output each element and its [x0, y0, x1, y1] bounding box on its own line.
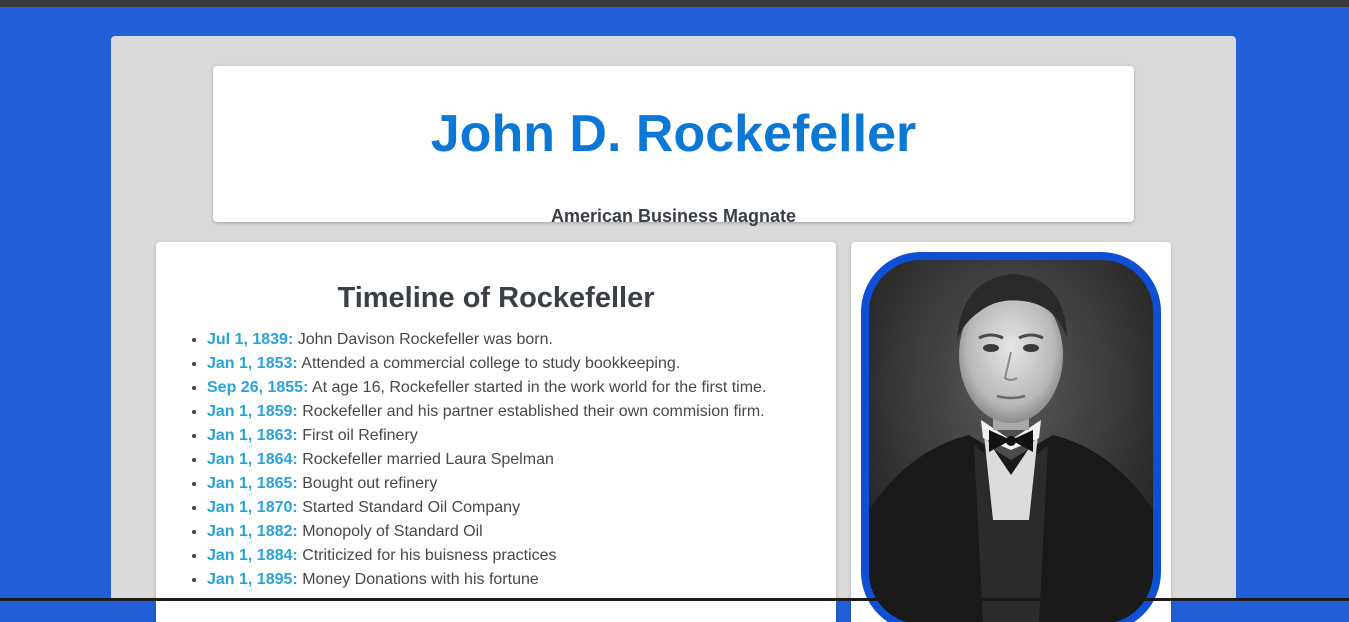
timeline-list: Jul 1, 1839: John Davison Rockefeller wa… — [207, 328, 766, 592]
timeline-event: First oil Refinery — [302, 427, 418, 444]
timeline-date: Jan 1, 1864: — [207, 451, 298, 468]
list-item: Jan 1, 1895: Money Donations with his fo… — [207, 568, 766, 592]
list-item: Jan 1, 1882: Monopoly of Standard Oil — [207, 520, 766, 544]
timeline-event: Rockefeller married Laura Spelman — [302, 451, 554, 468]
timeline-event: Money Donations with his fortune — [302, 571, 539, 588]
timeline-event: John Davison Rockefeller was born. — [297, 331, 553, 348]
timeline-date: Jan 1, 1882: — [207, 523, 298, 540]
page-subtitle: American Business Magnate — [550, 206, 797, 226]
timeline-date: Jan 1, 1865: — [207, 475, 298, 492]
timeline-event: Monopoly of Standard Oil — [302, 523, 483, 540]
timeline-date: Sep 26, 1855: — [207, 379, 309, 396]
timeline-event: Ctriticized for his buisness practices — [302, 547, 557, 564]
timeline-event: Started Standard Oil Company — [302, 499, 521, 516]
timeline-date: Jan 1, 1863: — [207, 427, 298, 444]
portrait-illustration — [869, 260, 1153, 622]
header-card: John D. Rockefeller American Business Ma… — [213, 66, 1134, 226]
timeline-event: At age 16, Rockefeller started in the wo… — [311, 379, 767, 396]
timeline-event: Rockefeller and his partner established … — [302, 403, 765, 420]
list-item: Jan 1, 1863: First oil Refinery — [207, 424, 766, 448]
timeline-heading: Timeline of Rockefeller — [337, 282, 655, 314]
list-item: Jan 1, 1859: Rockefeller and his partner… — [207, 400, 766, 424]
timeline-event: Attended a commercial college to study b… — [301, 355, 681, 372]
list-item: Jan 1, 1864: Rockefeller married Laura S… — [207, 448, 766, 472]
timeline-date: Jan 1, 1870: — [207, 499, 298, 516]
timeline-date: Jan 1, 1853: — [207, 355, 298, 372]
list-item: Jan 1, 1853: Attended a commercial colle… — [207, 352, 766, 376]
list-item: Jan 1, 1865: Bought out refinery — [207, 472, 766, 496]
browser-top-edge — [0, 0, 1349, 7]
timeline-card: Timeline of Rockefeller Jul 1, 1839: Joh… — [156, 242, 836, 622]
portrait-photo — [861, 252, 1161, 622]
timeline-date: Jan 1, 1895: — [207, 571, 298, 588]
timeline-date: Jul 1, 1839: — [207, 331, 294, 348]
timeline-event: Bought out refinery — [302, 475, 438, 492]
list-item: Jan 1, 1884: Ctriticized for his buisnes… — [207, 544, 766, 568]
list-item: Jan 1, 1870: Started Standard Oil Compan… — [207, 496, 766, 520]
main-container: John D. Rockefeller American Business Ma… — [111, 36, 1236, 622]
timeline-date: Jan 1, 1859: — [207, 403, 298, 420]
page-title: John D. Rockefeller — [430, 105, 917, 163]
list-item: Jul 1, 1839: John Davison Rockefeller wa… — [207, 328, 766, 352]
image-card — [851, 242, 1171, 622]
list-item: Sep 26, 1855: At age 16, Rockefeller sta… — [207, 376, 766, 400]
timeline-date: Jan 1, 1884: — [207, 547, 298, 564]
